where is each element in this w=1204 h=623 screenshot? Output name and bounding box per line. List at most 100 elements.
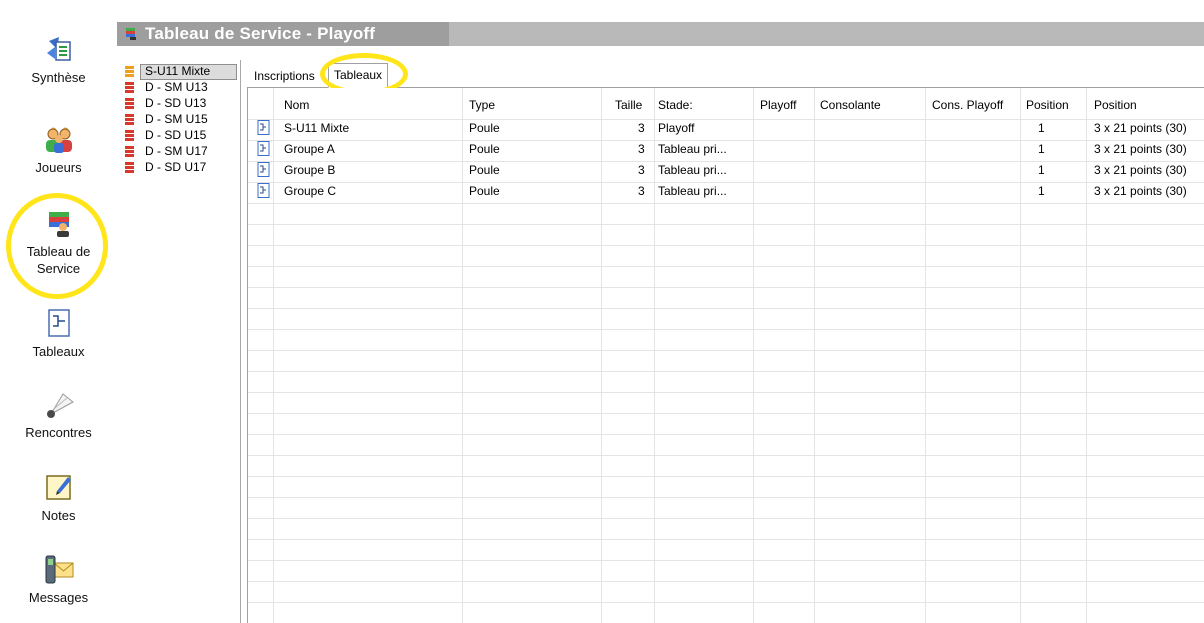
draw-label: D - SM U17 xyxy=(145,144,208,158)
cell-position: 1 xyxy=(1038,184,1045,198)
draw-item-d-sm-u13[interactable]: D - SM U13 xyxy=(117,80,239,95)
cell-type: Poule xyxy=(469,184,500,198)
draw-label: D - SM U15 xyxy=(145,112,208,126)
draw-red-icon xyxy=(125,146,134,157)
cell-type: Poule xyxy=(469,121,500,135)
header-stade[interactable]: Stade: xyxy=(658,98,693,112)
draw-item-d-sm-u17[interactable]: D - SM U17 xyxy=(117,144,239,159)
column-divider xyxy=(654,88,655,623)
nav-item-tableaux[interactable]: Tableaux xyxy=(0,307,117,360)
draws-table: Nom Type Taille Stade: Playoff Consolant… xyxy=(247,88,1204,623)
cell-stade: Tableau pri... xyxy=(658,184,727,198)
cell-position: 1 xyxy=(1038,142,1045,156)
tab-inscriptions[interactable]: Inscriptions xyxy=(249,66,320,87)
tab-bar: Inscriptions Tableaux xyxy=(247,60,1204,88)
row-divider xyxy=(248,602,1204,603)
cell-nom: Groupe C xyxy=(284,184,337,198)
draw-red-icon xyxy=(125,114,134,125)
header-position-2[interactable]: Position xyxy=(1094,98,1137,112)
column-divider xyxy=(814,88,815,623)
row-divider xyxy=(248,245,1204,246)
window-title: Tableau de Service - Playoff xyxy=(145,24,376,43)
draw-item-d-sd-u17[interactable]: D - SD U17 xyxy=(117,160,239,175)
synthesis-icon xyxy=(46,37,71,61)
draw-red-icon xyxy=(125,98,134,109)
cell-type: Poule xyxy=(469,163,500,177)
header-consolante[interactable]: Consolante xyxy=(820,98,881,112)
cell-position: 1 xyxy=(1038,121,1045,135)
draws-icon xyxy=(47,309,70,337)
draw-red-icon xyxy=(125,130,134,141)
nav-item-rencontres[interactable]: Rencontres xyxy=(0,388,117,441)
row-divider xyxy=(248,392,1204,393)
draw-label: D - SD U15 xyxy=(145,128,207,142)
row-divider xyxy=(248,497,1204,498)
column-divider xyxy=(753,88,754,623)
draw-label: S-U11 Mixte xyxy=(145,64,211,78)
nav-item-notes[interactable]: Notes xyxy=(0,471,117,524)
control-desk-icon xyxy=(48,212,69,237)
row-divider xyxy=(248,266,1204,267)
header-playoff[interactable]: Playoff xyxy=(760,98,796,112)
row-divider xyxy=(248,350,1204,351)
nav-item-synthese[interactable]: Synthèse xyxy=(0,33,117,86)
cell-stade: Playoff xyxy=(658,121,695,135)
draw-item-d-sd-u13[interactable]: D - SD U13 xyxy=(117,96,239,111)
nav-item-tableau-de-service[interactable]: Tableau de Service xyxy=(0,207,117,277)
row-divider xyxy=(248,413,1204,414)
notes-icon xyxy=(45,475,71,500)
players-icon xyxy=(45,127,72,153)
cell-taille: 3 xyxy=(638,184,645,198)
row-divider xyxy=(248,119,1204,120)
draw-document-icon xyxy=(257,141,270,156)
header-nom[interactable]: Nom xyxy=(284,98,309,112)
cell-position-2: 3 x 21 points (30) xyxy=(1094,184,1187,198)
header-cons-playoff[interactable]: Cons. Playoff xyxy=(932,98,1003,112)
row-divider xyxy=(248,434,1204,435)
header-type[interactable]: Type xyxy=(469,98,495,112)
cell-nom: Groupe A xyxy=(284,142,335,156)
draw-red-icon xyxy=(125,162,134,173)
draw-document-icon xyxy=(257,183,270,198)
draw-item-d-sd-u15[interactable]: D - SD U15 xyxy=(117,128,239,143)
row-divider xyxy=(248,203,1204,204)
cell-position-2: 3 x 21 points (30) xyxy=(1094,142,1187,156)
draw-label: D - SD U17 xyxy=(145,160,207,174)
column-divider xyxy=(925,88,926,623)
row-divider xyxy=(248,308,1204,309)
nav-item-messages[interactable]: Messages xyxy=(0,553,117,606)
row-divider xyxy=(248,182,1204,183)
cell-type: Poule xyxy=(469,142,500,156)
draw-item-d-sm-u15[interactable]: D - SM U15 xyxy=(117,112,239,127)
row-divider xyxy=(248,455,1204,456)
row-divider xyxy=(248,329,1204,330)
row-divider xyxy=(248,581,1204,582)
cell-stade: Tableau pri... xyxy=(658,163,727,177)
cell-position: 1 xyxy=(1038,163,1045,177)
main-navigation: Synthèse Joueurs Tableau de Service Tabl… xyxy=(0,0,117,623)
draw-item-s-u11-mixte[interactable]: S-U11 Mixte xyxy=(117,64,239,80)
tab-tableaux[interactable]: Tableaux xyxy=(328,63,389,88)
row-divider xyxy=(248,518,1204,519)
cell-taille: 3 xyxy=(638,142,645,156)
draw-label: D - SD U13 xyxy=(145,96,207,110)
row-divider xyxy=(248,224,1204,225)
draw-red-icon xyxy=(125,82,134,93)
header-taille[interactable]: Taille xyxy=(615,98,642,112)
control-desk-small-icon xyxy=(126,28,136,40)
nav-label-joueurs: Joueurs xyxy=(35,160,82,175)
cell-taille: 3 xyxy=(638,121,645,135)
row-divider xyxy=(248,287,1204,288)
row-divider xyxy=(248,371,1204,372)
nav-label-tableaux: Tableaux xyxy=(32,344,85,359)
cell-taille: 3 xyxy=(638,163,645,177)
column-divider xyxy=(273,88,274,623)
header-position[interactable]: Position xyxy=(1026,98,1069,112)
nav-item-joueurs[interactable]: Joueurs xyxy=(0,123,117,176)
draw-label: D - SM U13 xyxy=(145,80,208,94)
nav-label-notes: Notes xyxy=(41,508,76,523)
draw-document-icon xyxy=(257,120,270,135)
row-divider xyxy=(248,560,1204,561)
nav-label-messages: Messages xyxy=(28,590,89,605)
row-divider xyxy=(248,161,1204,162)
